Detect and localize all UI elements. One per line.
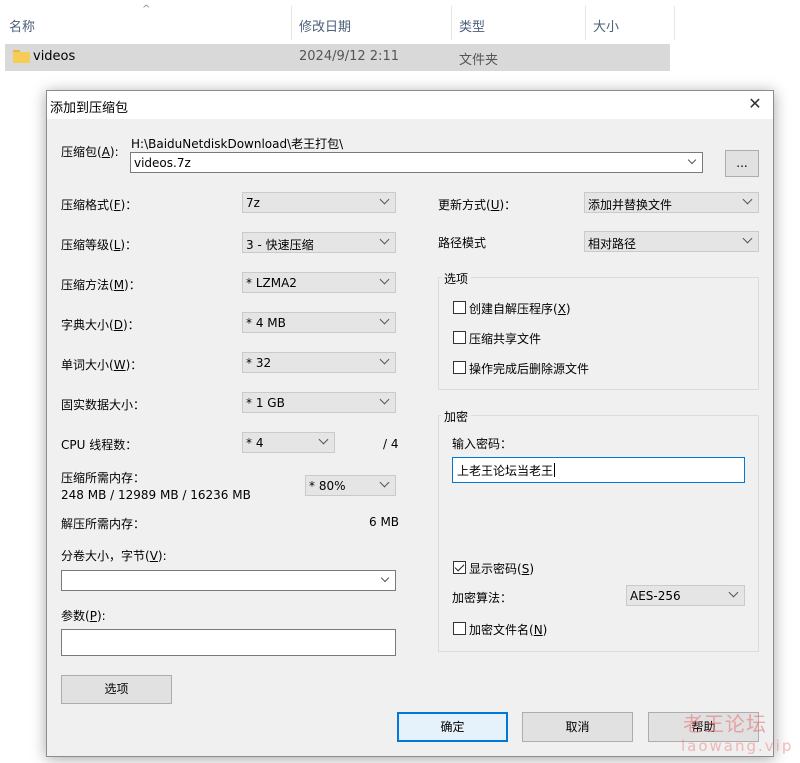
dict-label: 字典大小(D)： [61, 318, 140, 332]
update-mode-select[interactable]: 添加并替换文件 [584, 192, 759, 213]
file-type: 文件夹 [459, 53, 499, 68]
archive-name-combobox[interactable]: videos.7z [130, 152, 703, 173]
shared-files-label[interactable]: 压缩共享文件 [469, 330, 541, 347]
format-select[interactable]: 7z [242, 192, 396, 213]
cpu-threads-select[interactable]: * 4 [242, 432, 335, 453]
chevron-down-icon [379, 314, 390, 325]
delete-after-label[interactable]: 操作完成后删除源文件 [469, 360, 589, 377]
show-password-label[interactable]: 显示密码(S) [469, 560, 534, 577]
password-value: 上老王论坛当老王 [457, 464, 554, 478]
sfx-label[interactable]: 创建自解压程序(X) [469, 300, 571, 317]
chevron-down-icon [742, 194, 753, 205]
options-button[interactable]: 选项 [61, 675, 172, 704]
watermark-url: laowang.vip [681, 737, 794, 755]
encrypt-names-label[interactable]: 加密文件名(N) [469, 621, 547, 638]
shared-files-checkbox[interactable] [453, 331, 466, 344]
password-input[interactable]: 上老王论坛当老王 [452, 457, 745, 483]
params-input[interactable] [61, 629, 396, 656]
encryption-method-label: 加密算法： [452, 591, 513, 605]
chevron-down-icon [379, 477, 390, 488]
options-group-title: 选项 [441, 270, 472, 287]
dialog-body: 压缩包(A): H:\BaiduNetdiskDownload\老王打包\ vi… [47, 119, 773, 756]
level-label: 压缩等级(L)： [61, 238, 138, 252]
cpu-label: CPU 线程数： [61, 438, 138, 452]
solid-size-select[interactable]: * 1 GB [242, 392, 396, 413]
sfx-checkbox[interactable] [453, 301, 466, 314]
mem-comp-label: 压缩所需内存： [61, 471, 146, 485]
add-to-archive-dialog: 添加到压缩包 ✕ 压缩包(A): H:\BaiduNetdiskDownload… [46, 90, 774, 757]
cancel-button[interactable]: 取消 [522, 712, 633, 742]
archive-path: H:\BaiduNetdiskDownload\老王打包\ [131, 137, 344, 151]
mem-decomp-value: 6 MB [369, 515, 400, 529]
text-caret [554, 463, 555, 477]
browse-button[interactable]: ... [725, 150, 759, 177]
archive-label: 压缩包(A): [61, 145, 119, 159]
column-header-size[interactable]: 大小 [593, 16, 619, 35]
method-select[interactable]: * LZMA2 [242, 272, 396, 293]
chevron-down-icon [379, 274, 390, 285]
encrypt-names-checkbox[interactable] [453, 622, 466, 635]
update-label: 更新方式(U)： [438, 198, 517, 212]
explorer-header: ^ 名称 修改日期 类型 大小 [0, 0, 800, 44]
title-bar[interactable]: 添加到压缩包 ✕ [47, 91, 773, 119]
chevron-down-icon[interactable] [687, 155, 697, 165]
cpu-total: / 4 [383, 437, 399, 451]
word-size-select[interactable]: * 32 [242, 352, 396, 373]
chevron-down-icon[interactable] [380, 573, 390, 583]
encryption-method-select[interactable]: AES-256 [626, 585, 745, 606]
mem-comp-value: 248 MB / 12989 MB / 16236 MB [61, 488, 251, 502]
dictionary-size-select[interactable]: * 4 MB [242, 312, 396, 333]
method-label: 压缩方法(M)： [61, 278, 141, 292]
folder-icon [13, 50, 30, 63]
sort-caret-icon: ^ [142, 4, 151, 15]
dialog-title: 添加到压缩包 [50, 101, 129, 116]
column-divider[interactable] [451, 6, 452, 40]
volume-size-combobox[interactable] [61, 570, 396, 591]
params-label: 参数(P): [61, 609, 106, 623]
watermark-logo-text: 老王论坛 [683, 712, 767, 736]
volume-label: 分卷大小，字节(V): [61, 549, 167, 563]
column-header-type[interactable]: 类型 [459, 16, 485, 35]
chevron-down-icon [728, 587, 739, 598]
encryption-group-title: 加密 [441, 408, 472, 425]
path-mode-select[interactable]: 相对路径 [584, 231, 759, 252]
ok-button[interactable]: 确定 [397, 712, 508, 742]
chevron-down-icon [379, 234, 390, 245]
column-header-name[interactable]: 名称 [9, 16, 35, 35]
password-label: 输入密码： [452, 437, 513, 451]
file-name: videos [33, 49, 76, 64]
file-date: 2024/9/12 2:11 [299, 49, 399, 64]
level-select[interactable]: 3 - 快速压缩 [242, 232, 396, 253]
column-divider[interactable] [674, 6, 675, 40]
pathmode-label: 路径模式 [438, 236, 487, 250]
word-label: 单词大小(W)： [61, 358, 143, 372]
chevron-down-icon [379, 194, 390, 205]
chevron-down-icon [318, 434, 329, 445]
delete-after-checkbox[interactable] [453, 361, 466, 374]
solid-label: 固实数据大小： [61, 398, 146, 412]
memory-percent-select[interactable]: * 80% [305, 475, 396, 496]
chevron-down-icon [379, 354, 390, 365]
format-label: 压缩格式(F)： [61, 198, 138, 212]
mem-decomp-label: 解压所需内存： [61, 517, 146, 531]
chevron-down-icon [379, 394, 390, 405]
chevron-down-icon [742, 233, 753, 244]
show-password-checkbox[interactable] [453, 561, 466, 574]
file-row-videos[interactable]: videos 2024/9/12 2:11 文件夹 [5, 44, 670, 71]
column-header-date[interactable]: 修改日期 [299, 16, 351, 35]
column-divider[interactable] [585, 6, 586, 40]
close-icon[interactable]: ✕ [744, 93, 766, 115]
column-divider[interactable] [291, 6, 292, 40]
